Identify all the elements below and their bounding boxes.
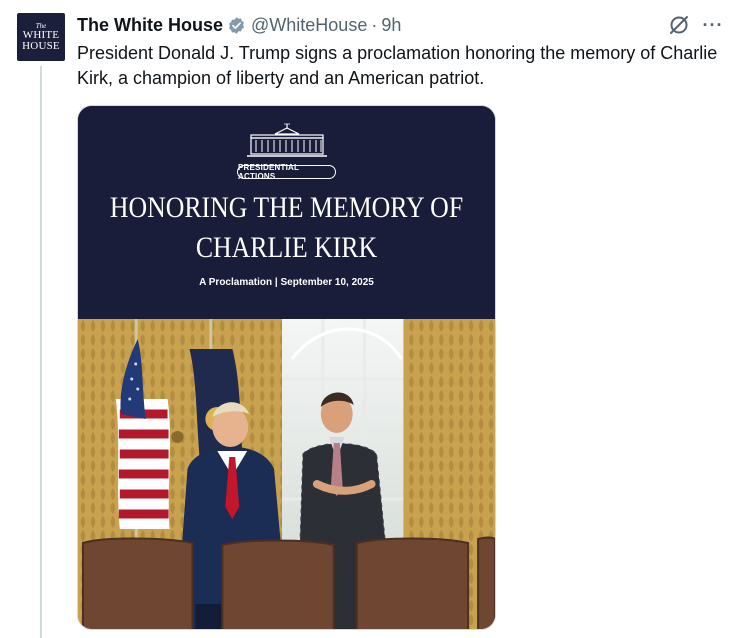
- display-name[interactable]: The White House: [77, 15, 223, 36]
- separator-dot: ·: [371, 14, 378, 35]
- headline-line-1: HONORING THE MEMORY OF: [109, 191, 464, 224]
- white-house-building-icon: [247, 123, 327, 157]
- verified-badge-icon: [227, 16, 246, 35]
- avatar[interactable]: The WHITE HOUSE: [17, 13, 65, 61]
- tweet-header: The White House @WhiteHouse · 9h: [77, 14, 401, 36]
- grok-icon[interactable]: [668, 14, 690, 36]
- proclamation-banner: PRESIDENTIAL ACTIONS HONORING THE MEMORY…: [78, 106, 495, 319]
- avatar-text-house: HOUSE: [22, 40, 60, 52]
- tweet-text: President Donald J. Trump signs a procla…: [77, 43, 718, 88]
- thread-line: [40, 66, 42, 638]
- more-options-icon[interactable]: ···: [702, 14, 724, 36]
- headline-line-2: CHARLIE KIRK: [195, 231, 378, 264]
- presidential-actions-badge: PRESIDENTIAL ACTIONS: [237, 163, 336, 181]
- oval-office-photo: [78, 319, 495, 629]
- proclamation-headline: HONORING THE MEMORY OF CHARLIE KIRK: [107, 188, 466, 268]
- timestamp[interactable]: 9h: [381, 15, 401, 36]
- proclamation-subline: A Proclamation | September 10, 2025: [199, 277, 374, 288]
- tweet-media-image[interactable]: PRESIDENTIAL ACTIONS HONORING THE MEMORY…: [77, 105, 496, 630]
- handle[interactable]: @WhiteHouse: [251, 15, 367, 36]
